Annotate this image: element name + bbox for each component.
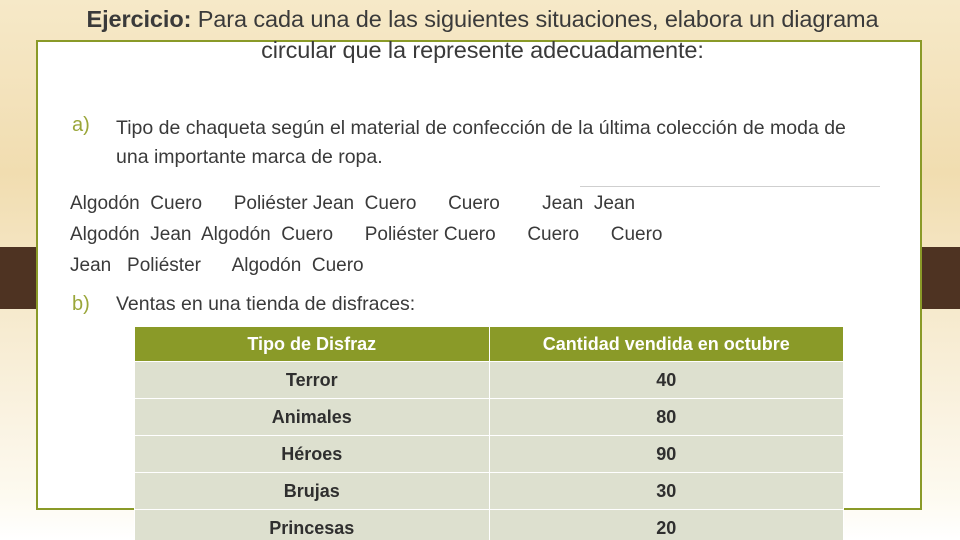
- table-cell-type: Animales: [134, 398, 490, 436]
- raw-data-list: Algodón Cuero Poliéster Jean Cuero Cuero…: [70, 188, 880, 281]
- table-cell-amount: 90: [488, 435, 844, 473]
- list-item-b-text: Ventas en una tienda de disfraces:: [116, 293, 416, 315]
- table-cell-amount: 30: [488, 472, 844, 510]
- table-cell-type: Brujas: [134, 472, 490, 510]
- divider: [580, 186, 880, 187]
- table-cell-amount: 80: [488, 398, 844, 436]
- table-cell-amount: 40: [488, 361, 844, 399]
- raw-data-row: Algodón Jean Algodón Cuero Poliéster Cue…: [70, 224, 663, 245]
- table-row: Princesas 20: [134, 509, 844, 540]
- table-cell-type: Terror: [134, 361, 490, 399]
- table-cell-type: Princesas: [134, 509, 490, 540]
- table-header-cell: Tipo de Disfraz: [134, 326, 490, 362]
- slide-content: Ejercicio: Para cada una de las siguient…: [0, 0, 960, 540]
- page-title-emphasis: Ejercicio:: [86, 6, 192, 32]
- slide: Ejercicio: Para cada una de las siguient…: [0, 0, 960, 540]
- list-marker-a: a): [72, 114, 90, 136]
- table-header-row: Tipo de Disfraz Cantidad vendida en octu…: [134, 326, 844, 362]
- table-row: Brujas 30: [134, 472, 844, 510]
- table-cell-type: Héroes: [134, 435, 490, 473]
- list-item-a-text: Tipo de chaqueta según el material de co…: [116, 117, 846, 168]
- raw-data-row: Jean Poliéster Algodón Cuero: [70, 255, 364, 276]
- table-row: Animales 80: [134, 398, 844, 436]
- costume-sales-table: Tipo de Disfraz Cantidad vendida en octu…: [134, 326, 844, 540]
- table-row: Héroes 90: [134, 435, 844, 473]
- table-header-cell: Cantidad vendida en octubre: [488, 326, 844, 362]
- list-marker-b: b): [72, 293, 90, 315]
- page-title-rest: Para cada una de las siguientes situacio…: [191, 6, 879, 63]
- raw-data-row: Algodón Cuero Poliéster Jean Cuero Cuero…: [70, 193, 636, 214]
- table-cell-amount: 20: [488, 509, 844, 540]
- table-row: Terror 40: [134, 361, 844, 399]
- page-title: Ejercicio: Para cada una de las siguient…: [60, 4, 905, 66]
